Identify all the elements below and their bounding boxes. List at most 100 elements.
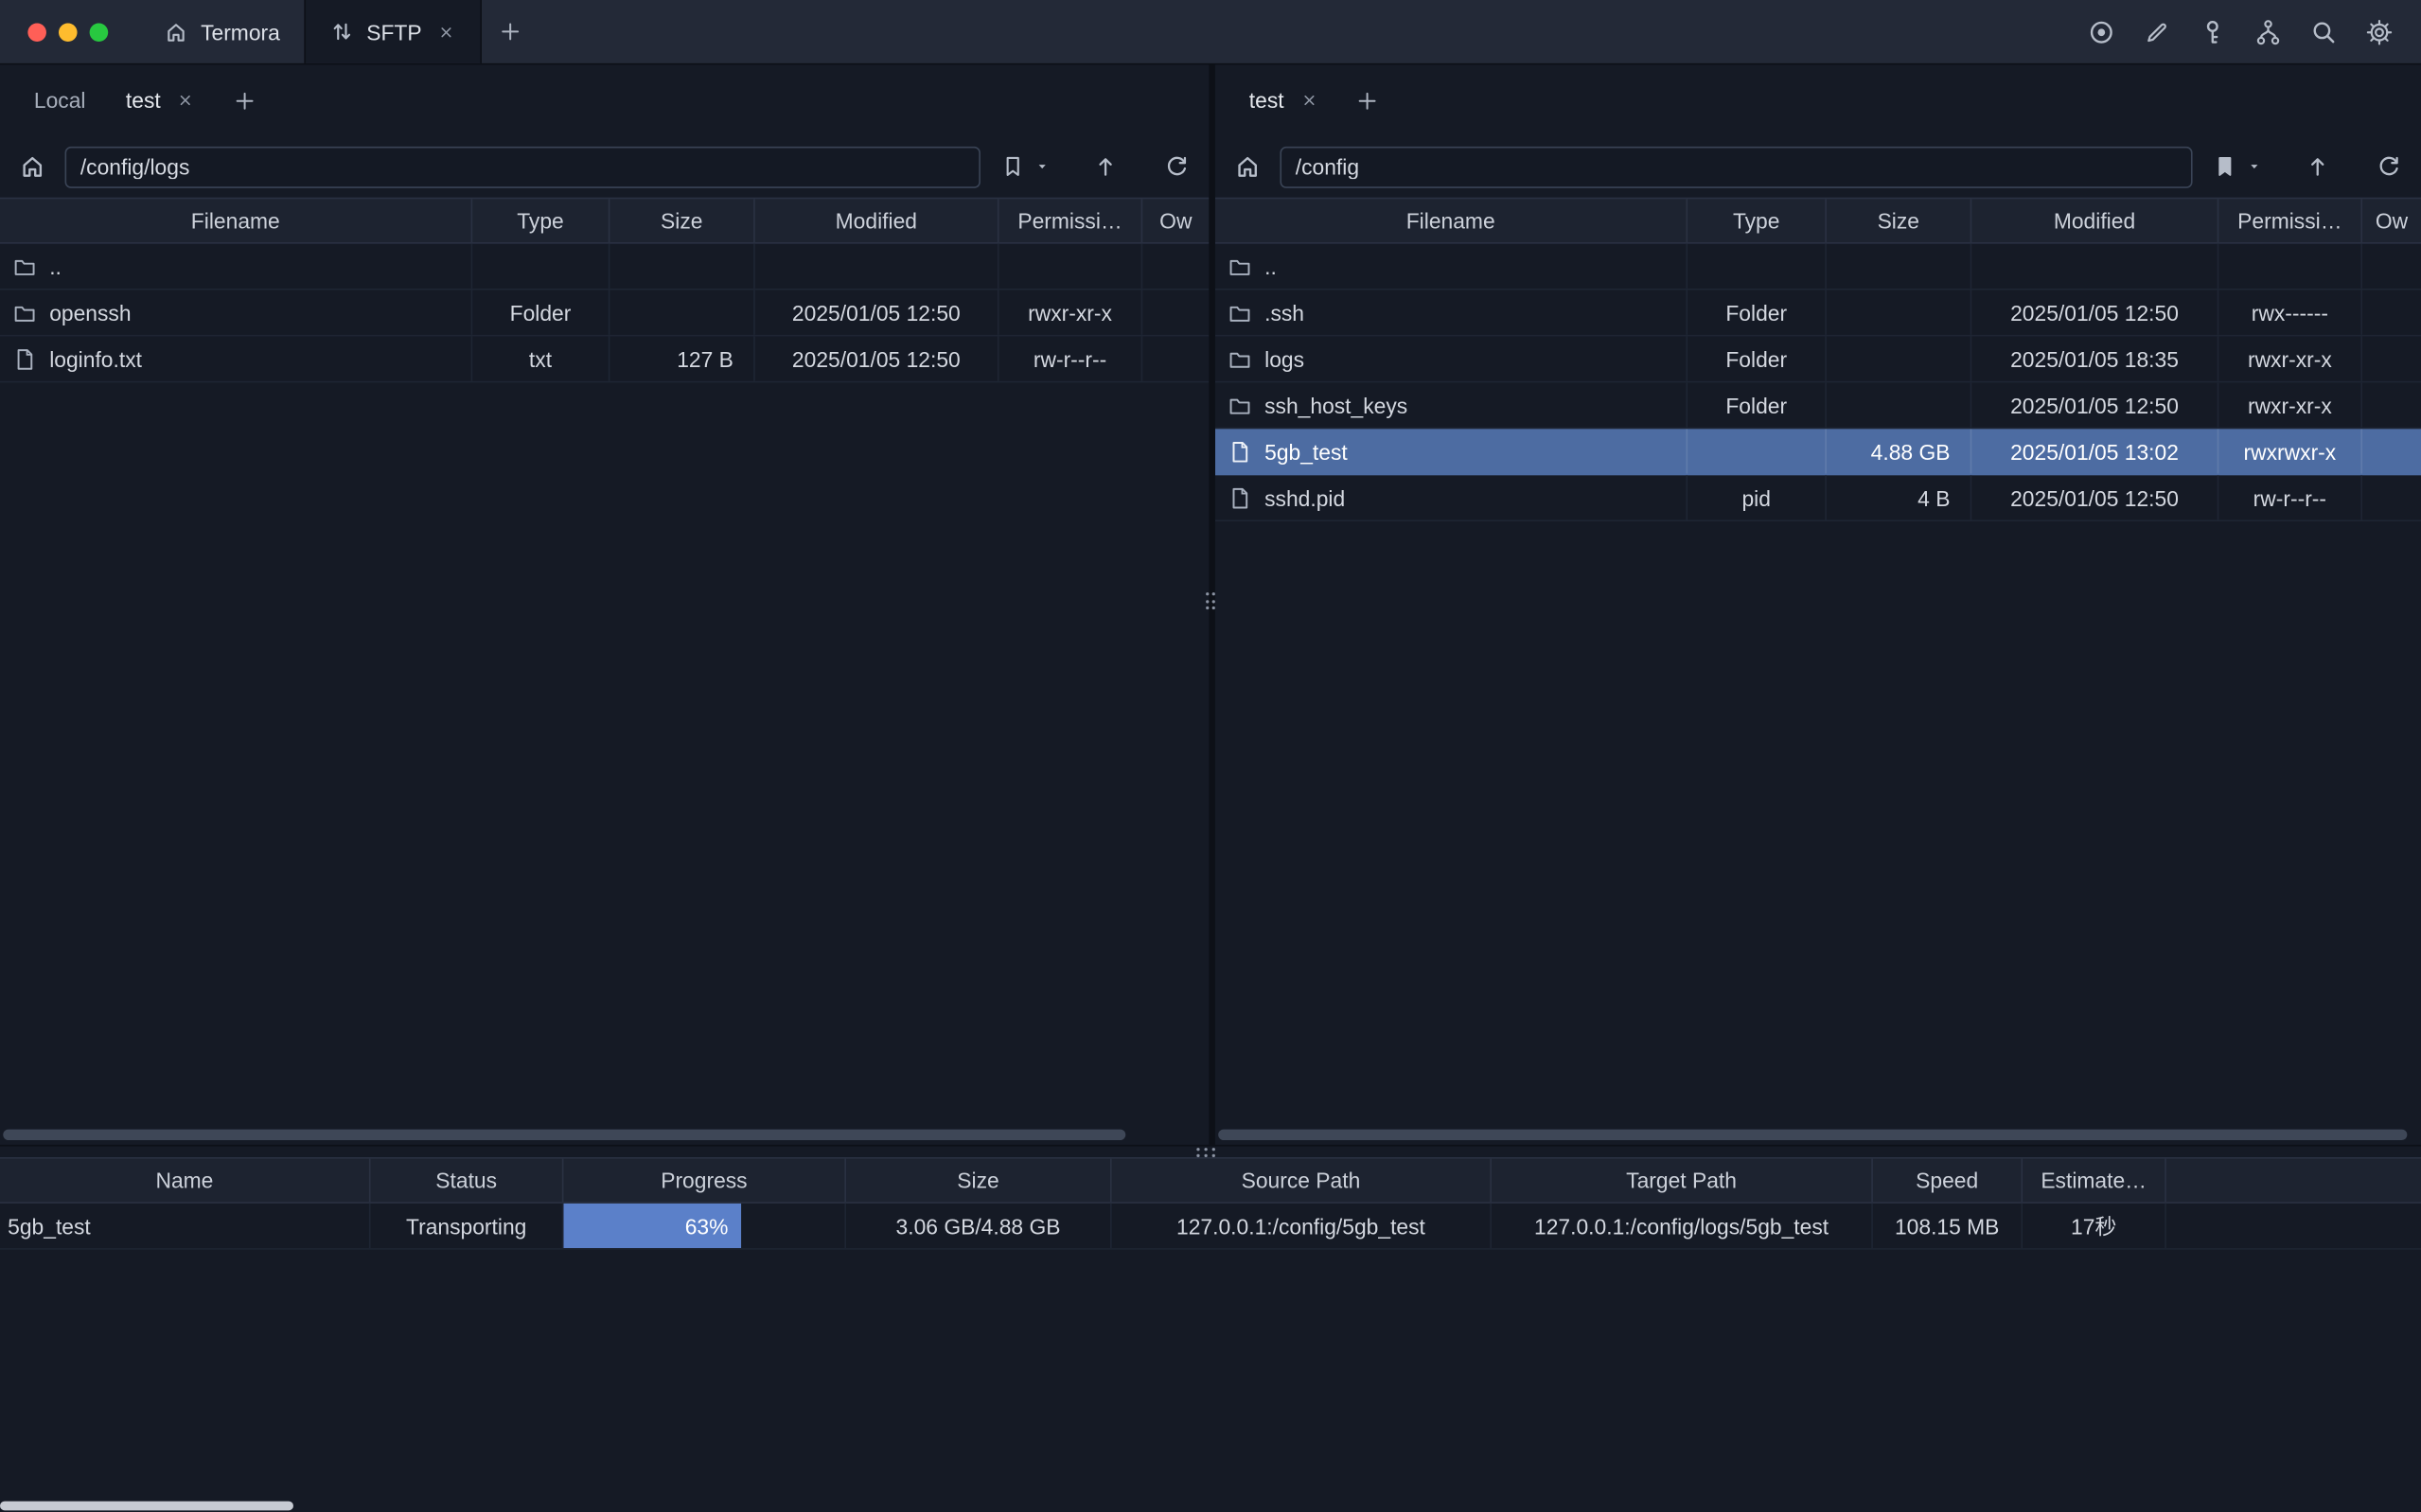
home-icon[interactable] (15, 149, 49, 184)
up-directory-icon[interactable] (1088, 149, 1122, 184)
progress-cell: 63% (563, 1204, 846, 1248)
file-panes: Local test (0, 64, 2421, 1144)
file-row[interactable]: sshd.pid pid 4 B 2025/01/05 12:50 rw-r--… (1215, 475, 2421, 521)
horizontal-scrollbar[interactable] (0, 1502, 293, 1511)
column-header-modified[interactable]: Modified (1971, 199, 2218, 242)
close-icon[interactable] (176, 91, 195, 110)
column-header-name[interactable]: Name (0, 1159, 371, 1203)
folder-icon (1228, 300, 1252, 325)
column-header-status[interactable]: Status (371, 1159, 564, 1203)
tab-sftp[interactable]: SFTP (305, 0, 482, 63)
tab-test-left[interactable]: test (111, 64, 210, 135)
right-pane: test Filename Type Size (1215, 64, 2421, 1144)
right-path-bar (1215, 135, 2421, 197)
left-table-header: Filename Type Size Modified Permissi… Ow (0, 198, 1209, 244)
transfer-row[interactable]: 5gb_test Transporting 63% 3.06 GB/4.88 G… (0, 1204, 2421, 1250)
column-header-progress[interactable]: Progress (563, 1159, 846, 1203)
minimize-window-button[interactable] (59, 23, 78, 42)
settings-icon[interactable] (2362, 14, 2396, 48)
edit-icon[interactable] (2140, 14, 2174, 48)
horizontal-scrollbar[interactable] (1218, 1130, 2407, 1140)
column-header-owner[interactable]: Ow (2362, 199, 2421, 242)
file-row[interactable]: logs Folder 2025/01/05 18:35 rwxr-xr-x (1215, 336, 2421, 382)
close-icon[interactable] (1299, 91, 1318, 110)
left-pane-tabs: Local test (0, 64, 1209, 135)
close-window-button[interactable] (27, 23, 46, 42)
new-session-tab-button[interactable] (1343, 64, 1392, 135)
column-header-source-path[interactable]: Source Path (1112, 1159, 1492, 1203)
column-header-type[interactable]: Type (472, 199, 610, 242)
key-icon[interactable] (2196, 14, 2230, 48)
refresh-icon[interactable] (1159, 149, 1193, 184)
refresh-icon[interactable] (2372, 149, 2406, 184)
file-row[interactable]: .. (1215, 244, 2421, 290)
tab-local-label: Local (34, 88, 86, 113)
horizontal-splitter[interactable] (0, 1145, 2421, 1157)
splitter-handle[interactable] (1196, 1148, 1219, 1160)
file-row[interactable]: ssh_host_keys Folder 2025/01/05 12:50 rw… (1215, 382, 2421, 429)
right-pane-tabs: test (1215, 64, 2421, 135)
chevron-down-icon[interactable] (2245, 149, 2264, 184)
left-pane: Local test (0, 64, 1209, 1144)
fork-icon[interactable] (2252, 14, 2286, 48)
file-row[interactable]: openssh Folder 2025/01/05 12:50 rwxr-xr-… (0, 290, 1209, 337)
file-row[interactable]: loginfo.txt txt 127 B 2025/01/05 12:50 r… (0, 336, 1209, 382)
titlebar-actions (2084, 0, 2421, 63)
tab-test-label: test (126, 88, 161, 113)
right-table-header: Filename Type Size Modified Permissi… Ow (1215, 198, 2421, 244)
column-header-filename[interactable]: Filename (1215, 199, 1688, 242)
search-icon[interactable] (2306, 14, 2341, 48)
left-path-input[interactable] (65, 146, 981, 187)
new-tab-button[interactable] (482, 0, 538, 63)
chevron-down-icon[interactable] (1033, 149, 1051, 184)
title-bar: Termora SFTP (0, 0, 2421, 64)
file-row[interactable]: .ssh Folder 2025/01/05 12:50 rwx------ (1215, 290, 2421, 337)
column-header-permissions[interactable]: Permissi… (999, 199, 1143, 242)
horizontal-scrollbar[interactable] (3, 1130, 1125, 1140)
zoom-window-button[interactable] (90, 23, 109, 42)
tab-test-label: test (1249, 88, 1284, 113)
bookmark-filled-icon[interactable] (2208, 149, 2242, 184)
home-icon (164, 19, 188, 44)
column-header-filename[interactable]: Filename (0, 199, 472, 242)
close-icon[interactable] (437, 23, 456, 42)
folder-icon (1228, 346, 1252, 371)
column-header-speed[interactable]: Speed (1873, 1159, 2023, 1203)
column-header-type[interactable]: Type (1688, 199, 1827, 242)
file-row[interactable]: .. (0, 244, 1209, 290)
bookmark-icon[interactable] (996, 149, 1030, 184)
record-icon[interactable] (2084, 14, 2118, 48)
column-header-size[interactable]: Size (846, 1159, 1112, 1203)
column-header-owner[interactable]: Ow (1142, 199, 1209, 242)
left-file-list: .. openssh Folder 2025/01/05 12:50 rwxr-… (0, 244, 1209, 1145)
column-header-size[interactable]: Size (610, 199, 754, 242)
folder-icon (12, 254, 37, 278)
transfer-empty-area (0, 1250, 2421, 1512)
left-path-bar (0, 135, 1209, 197)
transfer-table-header: Name Status Progress Size Source Path Ta… (0, 1157, 2421, 1204)
right-path-input[interactable] (1280, 146, 2192, 187)
file-icon (12, 346, 37, 371)
tab-termora[interactable]: Termora (139, 0, 305, 63)
home-icon[interactable] (1230, 149, 1264, 184)
column-header-estimate[interactable]: Estimate… (2023, 1159, 2166, 1203)
tab-local[interactable]: Local (19, 64, 101, 135)
column-header-permissions[interactable]: Permissi… (2218, 199, 2362, 242)
transfer-arrows-icon (331, 20, 354, 43)
progress-label: 63% (685, 1213, 729, 1238)
up-directory-icon[interactable] (2301, 149, 2335, 184)
folder-icon (1228, 254, 1252, 278)
file-row-selected[interactable]: 5gb_test 4.88 GB 2025/01/05 13:02 rwxrwx… (1215, 429, 2421, 475)
app-window: Termora SFTP Local test (0, 0, 2421, 1512)
tab-termora-label: Termora (201, 19, 280, 44)
column-header-filler (2166, 1159, 2421, 1203)
folder-icon (12, 300, 37, 325)
column-header-size[interactable]: Size (1827, 199, 1971, 242)
file-icon (1228, 439, 1252, 464)
column-header-modified[interactable]: Modified (755, 199, 999, 242)
tab-test-right[interactable]: test (1233, 64, 1333, 135)
new-session-tab-button[interactable] (220, 64, 269, 135)
column-header-target-path[interactable]: Target Path (1492, 1159, 1873, 1203)
file-icon (1228, 485, 1252, 510)
right-file-list: .. .ssh Folder 2025/01/05 12:50 rwx-----… (1215, 244, 2421, 1145)
